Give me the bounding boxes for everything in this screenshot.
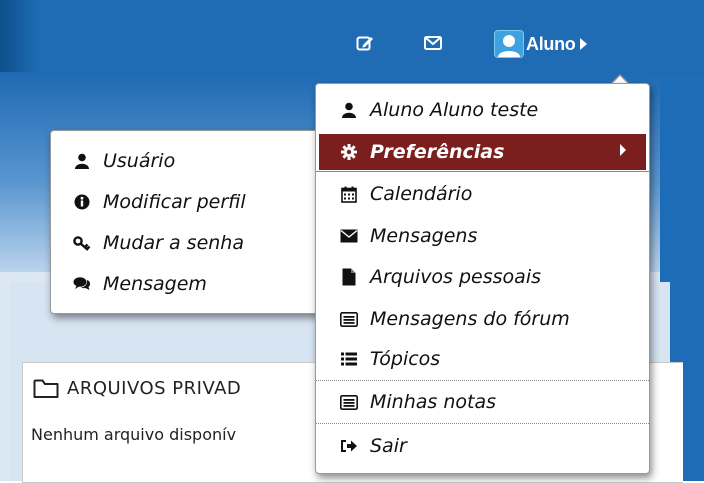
edit-icon[interactable] — [356, 34, 374, 52]
submenu-item-usuario[interactable]: Usuário — [71, 147, 311, 175]
sign-out-icon — [338, 438, 360, 454]
gear-icon — [338, 144, 360, 160]
submenu-item-label: Mudar a senha — [103, 232, 244, 254]
menu-item-mensagens[interactable]: Mensagens — [316, 220, 649, 252]
user-name: Aluno — [526, 33, 576, 54]
menu-item-calendario[interactable]: Calendário — [316, 178, 649, 210]
private-files-title-text: ARQUIVOS PRIVAD — [67, 377, 242, 399]
menu-divider — [316, 380, 649, 381]
menu-divider — [316, 423, 649, 424]
menu-item-minhas-notas[interactable]: Minhas notas — [316, 386, 649, 418]
menu-item-label: Calendário — [370, 183, 473, 205]
submenu-item-mudar-senha[interactable]: Mudar a senha — [71, 229, 311, 257]
menu-item-label: Minhas notas — [370, 391, 496, 413]
menu-item-label: Preferências — [370, 141, 505, 163]
user-icon — [338, 102, 360, 118]
key-icon — [71, 235, 93, 251]
menu-item-arquivos-pessoais[interactable]: Arquivos pessoais — [316, 261, 649, 293]
user-avatar-icon — [494, 30, 524, 58]
menu-item-label: Sair — [370, 435, 407, 457]
list-alt-icon — [338, 394, 360, 410]
menu-item-preferencias[interactable]: Preferências — [319, 134, 646, 170]
submenu-item-label: Mensagem — [103, 273, 207, 295]
menu-item-label: Mensagens — [370, 225, 478, 247]
list-icon — [338, 352, 360, 366]
private-files-title: ARQUIVOS PRIVAD — [33, 377, 241, 399]
file-icon — [338, 268, 360, 286]
envelope-icon[interactable] — [424, 34, 442, 52]
submenu-item-label: Modificar perfil — [103, 191, 246, 213]
navbar-shade — [0, 0, 40, 72]
info-icon — [71, 194, 93, 210]
submenu-item-modificar-perfil[interactable]: Modificar perfil — [71, 188, 311, 216]
menu-item-label: Aluno Aluno teste — [370, 99, 539, 121]
no-files-text: Nenhum arquivo disponív — [31, 425, 237, 444]
menu-item-profile[interactable]: Aluno Aluno teste — [316, 94, 649, 126]
submenu-item-label: Usuário — [103, 150, 176, 172]
comments-icon — [71, 276, 93, 292]
menu-divider — [316, 171, 649, 172]
submenu-caret-icon — [620, 144, 626, 156]
caret-right-icon — [579, 38, 587, 50]
calendar-icon — [338, 186, 360, 203]
preferences-submenu: Usuário Modificar perfil Mudar a senha M… — [50, 130, 322, 314]
top-navbar: Aluno — [0, 0, 704, 72]
menu-item-label: Arquivos pessoais — [370, 266, 541, 288]
menu-item-sair[interactable]: Sair — [316, 430, 649, 462]
user-icon — [71, 153, 93, 169]
list-alt-icon — [338, 311, 360, 327]
menu-item-topicos[interactable]: Tópicos — [316, 343, 649, 375]
submenu-item-mensagem[interactable]: Mensagem — [71, 270, 311, 298]
user-dropdown-menu: Aluno Aluno teste Preferências Calendári… — [315, 83, 650, 474]
menu-item-mensagens-forum[interactable]: Mensagens do fórum — [316, 303, 649, 335]
user-menu-toggle[interactable]: Aluno — [494, 30, 587, 58]
envelope-icon — [338, 229, 360, 243]
menu-item-label: Mensagens do fórum — [370, 308, 570, 330]
folder-icon — [33, 377, 59, 399]
menu-item-label: Tópicos — [370, 348, 441, 370]
